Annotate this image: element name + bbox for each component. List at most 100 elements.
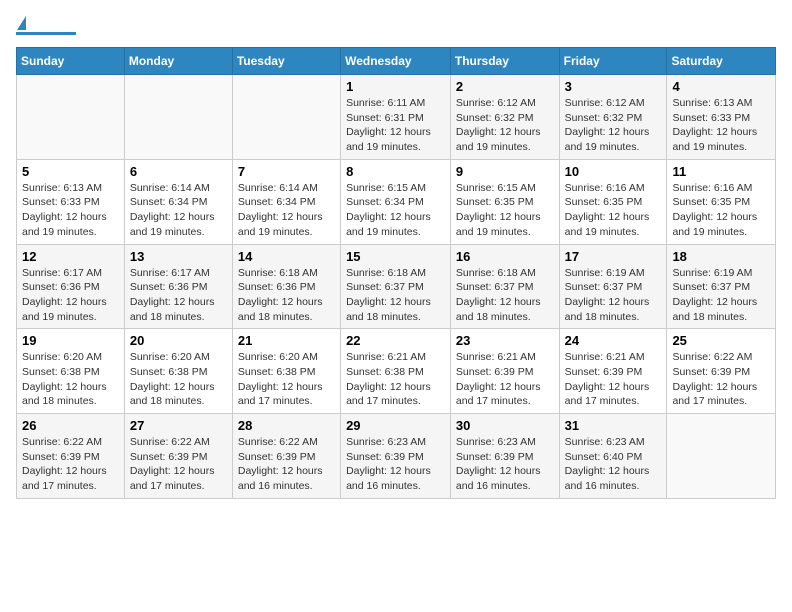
day-number: 10 (565, 164, 662, 179)
day-info: Sunrise: 6:14 AM Sunset: 6:34 PM Dayligh… (238, 181, 335, 240)
calendar-cell: 30 Sunrise: 6:23 AM Sunset: 6:39 PM Dayli… (450, 414, 559, 499)
day-number: 25 (672, 333, 770, 348)
day-info: Sunrise: 6:20 AM Sunset: 6:38 PM Dayligh… (130, 350, 227, 409)
calendar-cell: 26 Sunrise: 6:22 AM Sunset: 6:39 PM Dayli… (17, 414, 125, 499)
calendar-cell: 18Sunrise: 6:19 AM Sunset: 6:37 PM Dayli… (667, 244, 776, 329)
day-number: 20 (130, 333, 227, 348)
day-info: Sunrise: 6:13 AM Sunset: 6:33 PM Dayligh… (672, 96, 770, 155)
calendar-cell: 17Sunrise: 6:19 AM Sunset: 6:37 PM Dayli… (559, 244, 667, 329)
day-info: Sunrise: 6:18 AM Sunset: 6:36 PM Dayligh… (238, 266, 335, 325)
calendar-cell: 3Sunrise: 6:12 AM Sunset: 6:32 PM Daylig… (559, 75, 667, 160)
day-info: Sunrise: 6:13 AM Sunset: 6:33 PM Dayligh… (22, 181, 119, 240)
day-number: 12 (22, 249, 119, 264)
calendar-cell: 22 Sunrise: 6:21 AM Sunset: 6:38 PM Dayli… (341, 329, 451, 414)
day-number: 14 (238, 249, 335, 264)
day-number: 31 (565, 418, 662, 433)
calendar-body: 1 Sunrise: 6:11 AM Sunset: 6:31 PM Daylig… (17, 75, 776, 499)
calendar-cell (667, 414, 776, 499)
day-number: 8 (346, 164, 445, 179)
calendar-cell: 10Sunrise: 6:16 AM Sunset: 6:35 PM Dayli… (559, 159, 667, 244)
logo (16, 16, 76, 35)
day-number: 23 (456, 333, 554, 348)
calendar-cell: 12 Sunrise: 6:17 AM Sunset: 6:36 PM Dayli… (17, 244, 125, 329)
calendar-cell: 21 Sunrise: 6:20 AM Sunset: 6:38 PM Dayli… (232, 329, 340, 414)
calendar-cell: 13 Sunrise: 6:17 AM Sunset: 6:36 PM Dayli… (124, 244, 232, 329)
day-info: Sunrise: 6:18 AM Sunset: 6:37 PM Dayligh… (456, 266, 554, 325)
day-info: Sunrise: 6:15 AM Sunset: 6:34 PM Dayligh… (346, 181, 445, 240)
day-info: Sunrise: 6:22 AM Sunset: 6:39 PM Dayligh… (22, 435, 119, 494)
calendar-cell: 28Sunrise: 6:22 AM Sunset: 6:39 PM Dayli… (232, 414, 340, 499)
day-info: Sunrise: 6:20 AM Sunset: 6:38 PM Dayligh… (22, 350, 119, 409)
calendar-cell (124, 75, 232, 160)
calendar-cell: 4 Sunrise: 6:13 AM Sunset: 6:33 PM Daylig… (667, 75, 776, 160)
calendar-cell: 7 Sunrise: 6:14 AM Sunset: 6:34 PM Daylig… (232, 159, 340, 244)
day-number: 5 (22, 164, 119, 179)
calendar-cell: 20 Sunrise: 6:20 AM Sunset: 6:38 PM Dayli… (124, 329, 232, 414)
day-number: 26 (22, 418, 119, 433)
calendar-week-row: 26 Sunrise: 6:22 AM Sunset: 6:39 PM Dayli… (17, 414, 776, 499)
calendar-cell: 5 Sunrise: 6:13 AM Sunset: 6:33 PM Daylig… (17, 159, 125, 244)
calendar-cell: 1 Sunrise: 6:11 AM Sunset: 6:31 PM Daylig… (341, 75, 451, 160)
day-number: 9 (456, 164, 554, 179)
calendar-week-row: 19 Sunrise: 6:20 AM Sunset: 6:38 PM Dayli… (17, 329, 776, 414)
day-number: 1 (346, 79, 445, 94)
calendar-header: SundayMondayTuesdayWednesdayThursdayFrid… (17, 48, 776, 75)
calendar-cell: 24Sunrise: 6:21 AM Sunset: 6:39 PM Dayli… (559, 329, 667, 414)
day-of-week-header: Wednesday (341, 48, 451, 75)
calendar-week-row: 1 Sunrise: 6:11 AM Sunset: 6:31 PM Daylig… (17, 75, 776, 160)
day-number: 30 (456, 418, 554, 433)
day-info: Sunrise: 6:17 AM Sunset: 6:36 PM Dayligh… (22, 266, 119, 325)
day-header-row: SundayMondayTuesdayWednesdayThursdayFrid… (17, 48, 776, 75)
day-number: 17 (565, 249, 662, 264)
calendar-cell: 11Sunrise: 6:16 AM Sunset: 6:35 PM Dayli… (667, 159, 776, 244)
day-of-week-header: Saturday (667, 48, 776, 75)
day-number: 27 (130, 418, 227, 433)
day-info: Sunrise: 6:21 AM Sunset: 6:39 PM Dayligh… (565, 350, 662, 409)
day-number: 13 (130, 249, 227, 264)
day-number: 4 (672, 79, 770, 94)
day-info: Sunrise: 6:20 AM Sunset: 6:38 PM Dayligh… (238, 350, 335, 409)
day-info: Sunrise: 6:21 AM Sunset: 6:39 PM Dayligh… (456, 350, 554, 409)
day-number: 29 (346, 418, 445, 433)
day-number: 18 (672, 249, 770, 264)
day-info: Sunrise: 6:23 AM Sunset: 6:39 PM Dayligh… (456, 435, 554, 494)
day-of-week-header: Friday (559, 48, 667, 75)
day-info: Sunrise: 6:12 AM Sunset: 6:32 PM Dayligh… (456, 96, 554, 155)
day-info: Sunrise: 6:17 AM Sunset: 6:36 PM Dayligh… (130, 266, 227, 325)
calendar-cell: 25 Sunrise: 6:22 AM Sunset: 6:39 PM Dayli… (667, 329, 776, 414)
calendar-cell: 31Sunrise: 6:23 AM Sunset: 6:40 PM Dayli… (559, 414, 667, 499)
calendar-cell: 9 Sunrise: 6:15 AM Sunset: 6:35 PM Daylig… (450, 159, 559, 244)
day-of-week-header: Tuesday (232, 48, 340, 75)
day-number: 19 (22, 333, 119, 348)
day-number: 21 (238, 333, 335, 348)
day-info: Sunrise: 6:14 AM Sunset: 6:34 PM Dayligh… (130, 181, 227, 240)
calendar-cell: 8 Sunrise: 6:15 AM Sunset: 6:34 PM Daylig… (341, 159, 451, 244)
day-info: Sunrise: 6:12 AM Sunset: 6:32 PM Dayligh… (565, 96, 662, 155)
day-info: Sunrise: 6:22 AM Sunset: 6:39 PM Dayligh… (238, 435, 335, 494)
day-number: 2 (456, 79, 554, 94)
day-info: Sunrise: 6:11 AM Sunset: 6:31 PM Dayligh… (346, 96, 445, 155)
calendar-cell: 27 Sunrise: 6:22 AM Sunset: 6:39 PM Dayli… (124, 414, 232, 499)
calendar-cell: 23 Sunrise: 6:21 AM Sunset: 6:39 PM Dayli… (450, 329, 559, 414)
day-info: Sunrise: 6:22 AM Sunset: 6:39 PM Dayligh… (672, 350, 770, 409)
logo-arrow-icon (17, 16, 26, 30)
calendar-cell: 29 Sunrise: 6:23 AM Sunset: 6:39 PM Dayli… (341, 414, 451, 499)
day-info: Sunrise: 6:23 AM Sunset: 6:39 PM Dayligh… (346, 435, 445, 494)
day-info: Sunrise: 6:22 AM Sunset: 6:39 PM Dayligh… (130, 435, 227, 494)
day-info: Sunrise: 6:15 AM Sunset: 6:35 PM Dayligh… (456, 181, 554, 240)
day-number: 15 (346, 249, 445, 264)
calendar-cell: 19 Sunrise: 6:20 AM Sunset: 6:38 PM Dayli… (17, 329, 125, 414)
day-of-week-header: Monday (124, 48, 232, 75)
day-info: Sunrise: 6:21 AM Sunset: 6:38 PM Dayligh… (346, 350, 445, 409)
day-number: 16 (456, 249, 554, 264)
calendar-cell: 2 Sunrise: 6:12 AM Sunset: 6:32 PM Daylig… (450, 75, 559, 160)
logo-underline (16, 32, 76, 35)
day-number: 7 (238, 164, 335, 179)
day-number: 22 (346, 333, 445, 348)
day-number: 11 (672, 164, 770, 179)
calendar-cell: 14 Sunrise: 6:18 AM Sunset: 6:36 PM Dayli… (232, 244, 340, 329)
day-info: Sunrise: 6:18 AM Sunset: 6:37 PM Dayligh… (346, 266, 445, 325)
calendar-cell: 6 Sunrise: 6:14 AM Sunset: 6:34 PM Daylig… (124, 159, 232, 244)
day-number: 6 (130, 164, 227, 179)
calendar-cell: 16 Sunrise: 6:18 AM Sunset: 6:37 PM Dayli… (450, 244, 559, 329)
